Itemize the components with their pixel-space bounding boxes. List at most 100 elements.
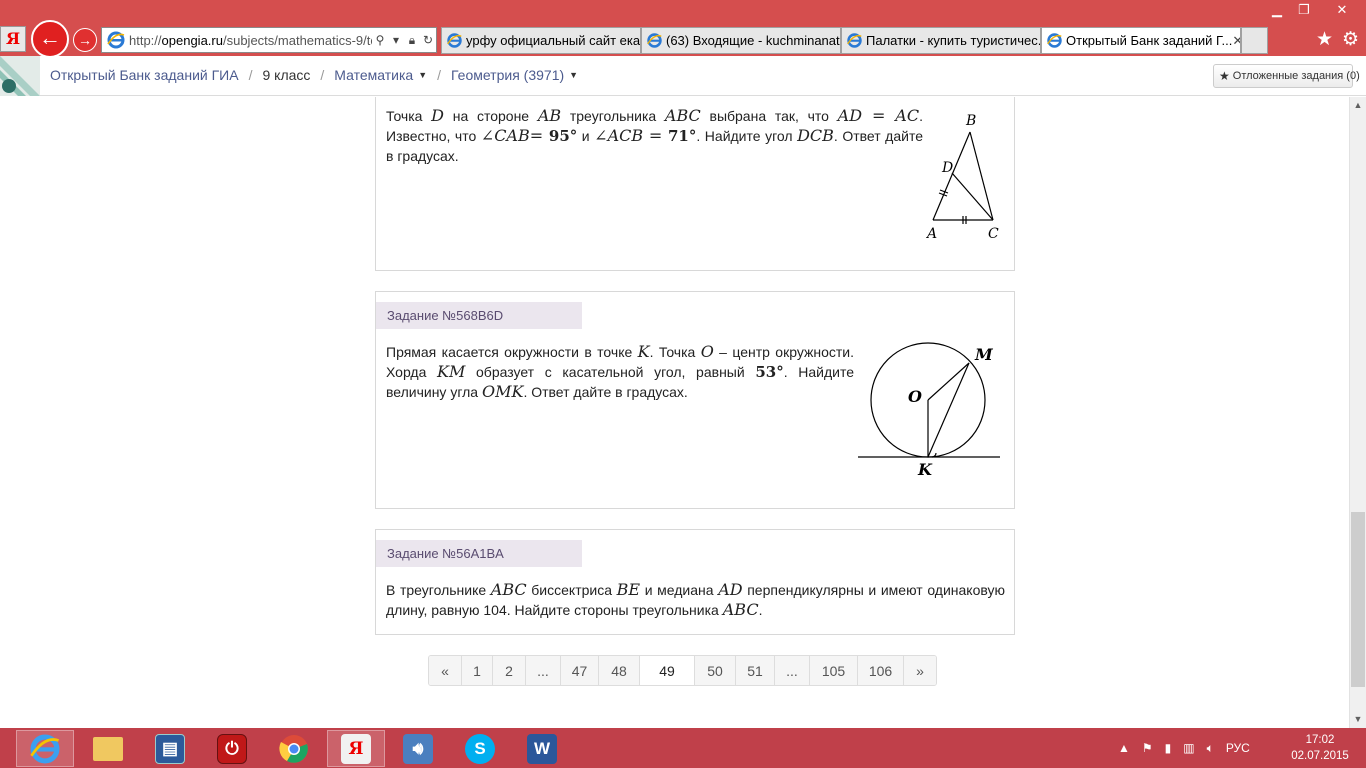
ie-icon	[107, 31, 125, 49]
scroll-up-arrow[interactable]: ▲	[1350, 97, 1366, 114]
restore-button[interactable]: ❐	[1291, 2, 1317, 18]
minimize-button[interactable]: ▁	[1264, 2, 1290, 18]
address-bar[interactable]: http://opengia.ru/subjects/mathematics-9…	[101, 27, 437, 53]
tab-inbox[interactable]: (63) Входящие - kuchminanat...	[641, 27, 841, 54]
triangle-figure: B D A C	[925, 113, 999, 242]
task-card: Точка D на стороне AB треугольника ABC в…	[375, 97, 1015, 271]
address-url[interactable]: http://opengia.ru/subjects/mathematics-9…	[129, 33, 372, 48]
refresh-icon[interactable]: ↻	[420, 33, 436, 47]
vertical-scrollbar[interactable]: ▲ ▼	[1349, 97, 1366, 728]
page-next[interactable]: »	[904, 656, 936, 685]
site-header: Открытый Банк заданий ГИА / 9 класс / Ма…	[0, 56, 1366, 96]
page-link[interactable]: 47	[561, 656, 599, 685]
center-o-label: O	[908, 387, 922, 406]
task-card: Задание №568B6D Прямая касается окружнос…	[375, 291, 1015, 509]
ie-icon	[30, 734, 60, 763]
close-window-button[interactable]: ✕	[1320, 2, 1364, 18]
breadcrumb-subject[interactable]: Математика	[334, 67, 413, 83]
chevron-down-icon[interactable]: ▼	[418, 70, 427, 80]
main-content: Точка D на стороне AB треугольника ABC в…	[0, 97, 1349, 728]
skype-icon: S	[465, 733, 495, 764]
ie-icon	[847, 33, 862, 48]
breadcrumb: Открытый Банк заданий ГИА / 9 класс / Ма…	[50, 67, 578, 83]
page-link[interactable]: 1	[462, 656, 493, 685]
scroll-thumb[interactable]	[1351, 512, 1365, 687]
tab-label: Открытый Банк заданий Г...	[1066, 33, 1233, 48]
star-icon: ★	[1219, 69, 1230, 83]
breadcrumb-grade[interactable]: 9 класс	[262, 67, 310, 83]
page-link[interactable]: 50	[695, 656, 736, 685]
page-current: 49	[640, 656, 695, 685]
dropdown-icon[interactable]: ▾	[388, 33, 404, 47]
vertex-c-label: C	[988, 226, 999, 242]
browser-frame: ▁ ❐ ✕ Я ← → http://opengia.ru/subjects/m…	[0, 0, 1366, 58]
taskbar-yandex[interactable]: Я	[327, 730, 385, 767]
clock-time: 17:02	[1305, 734, 1335, 746]
postponed-tasks-button[interactable]: ★ Отложенные задания (0)	[1213, 64, 1360, 88]
page-link[interactable]: 2	[493, 656, 526, 685]
tab-tents[interactable]: Палатки - купить туристичес...	[841, 27, 1041, 54]
search-icon[interactable]: ⚲	[372, 33, 388, 47]
taskbar-skype[interactable]: S	[451, 730, 509, 767]
page-link[interactable]: 105	[810, 656, 858, 685]
task-header[interactable]: Задание №568B6D	[376, 302, 582, 329]
taskbar-app-blue[interactable]: ▤	[141, 730, 199, 767]
forward-button[interactable]: →	[73, 28, 97, 52]
task-card: Задание №56A1BA В треугольнике ABC биссе…	[375, 529, 1015, 635]
page-link[interactable]: 48	[599, 656, 640, 685]
clock-date: 02.07.2015	[1291, 750, 1349, 762]
clock[interactable]: 17:02 02.07.2015	[1290, 732, 1350, 764]
breadcrumb-topic[interactable]: Геометрия (3971)	[451, 67, 564, 83]
page-ellipsis: ...	[775, 656, 810, 685]
folder-icon	[93, 736, 123, 761]
battery-icon[interactable]: ▮	[1165, 741, 1172, 755]
flag-icon[interactable]: ⚑	[1142, 741, 1153, 755]
chrome-icon	[279, 734, 308, 763]
yandex-icon: Я	[341, 733, 371, 764]
pagination: « 1 2 ... 47 48 49 50 51 ... 105 106 »	[428, 655, 937, 686]
tab-urfu[interactable]: урфу официальный сайт екат...	[441, 27, 641, 54]
close-tab-icon[interactable]: ✕	[1232, 33, 1240, 49]
circle-tangent-figure: O M K	[858, 342, 1000, 479]
task-header[interactable]: Задание №56A1BA	[376, 540, 582, 567]
page-link[interactable]: 106	[858, 656, 904, 685]
lock-icon: 🔒︎	[408, 32, 416, 47]
taskbar-sound[interactable]: 🔊︎	[389, 730, 447, 767]
volume-icon[interactable]: 🔈︎	[1207, 741, 1214, 756]
page-ellipsis: ...	[526, 656, 561, 685]
task-text: Точка D на стороне AB треугольника ABC в…	[386, 106, 923, 164]
chevron-down-icon[interactable]: ▼	[569, 70, 578, 80]
site-logo[interactable]	[0, 56, 40, 96]
taskbar-explorer[interactable]	[79, 730, 137, 767]
scroll-down-arrow[interactable]: ▼	[1350, 711, 1366, 728]
network-icon[interactable]: ▥	[1183, 741, 1194, 755]
gear-icon[interactable]: ⚙	[1342, 28, 1359, 51]
taskbar-ie[interactable]	[16, 730, 74, 767]
speaker-icon: 🔊︎	[403, 733, 433, 764]
word-icon: W	[527, 733, 557, 764]
taskbar-chrome[interactable]	[265, 730, 323, 767]
ie-icon	[647, 33, 662, 48]
taskbar: ▤ ⏻ Я 🔊︎ S W ▲ ⚑ ▮ ▥ 🔈︎ РУС 17:02 02.07.…	[0, 728, 1366, 768]
point-k-label: K	[917, 460, 933, 479]
app-icon: ▤	[155, 733, 185, 764]
back-button[interactable]: ←	[31, 20, 69, 58]
taskbar-word[interactable]: W	[513, 730, 571, 767]
favorites-star-icon[interactable]: ★	[1316, 28, 1333, 51]
page-link[interactable]: 51	[736, 656, 775, 685]
yandex-button[interactable]: Я	[0, 26, 26, 52]
tab-opengia[interactable]: Открытый Банк заданий Г... ✕	[1041, 27, 1241, 54]
page-prev[interactable]: «	[429, 656, 462, 685]
task-text: Прямая касается окружности в точке K. То…	[386, 342, 854, 401]
system-tray: ▲ ⚑ ▮ ▥ 🔈︎ РУС	[1118, 728, 1262, 768]
tab-label: Палатки - купить туристичес...	[866, 33, 1041, 48]
vertex-a-label: A	[925, 226, 937, 242]
language-indicator[interactable]: РУС	[1226, 741, 1250, 755]
breadcrumb-home[interactable]: Открытый Банк заданий ГИА	[50, 67, 239, 83]
tray-expand-icon[interactable]: ▲	[1118, 741, 1130, 755]
vertex-d-label: D	[941, 160, 953, 176]
new-tab-button[interactable]	[1241, 27, 1268, 54]
task-text: В треугольнике ABC биссектриса BE и меди…	[386, 580, 1006, 619]
taskbar-power[interactable]: ⏻	[203, 730, 261, 767]
ie-icon	[1047, 33, 1062, 48]
